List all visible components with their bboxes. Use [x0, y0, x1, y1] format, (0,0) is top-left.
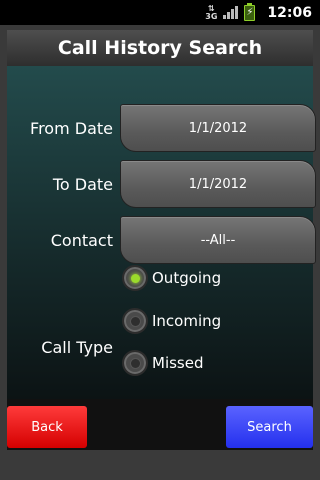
signal-icon	[223, 6, 239, 19]
search-form: From Date 1/1/2012 To Date 1/1/2012 Cont…	[7, 66, 316, 424]
to-date-label: To Date	[52, 175, 113, 194]
radio-outgoing[interactable]: Outgoing	[122, 265, 221, 291]
call-type-label: Call Type	[41, 338, 113, 357]
to-date-field[interactable]: 1/1/2012	[120, 160, 316, 208]
radio-missed[interactable]: Missed	[122, 350, 204, 376]
radio-incoming[interactable]: Incoming	[122, 308, 221, 334]
radio-button[interactable]	[122, 350, 148, 376]
status-bar: ⇅ 3G ⚡ 12:06	[0, 0, 320, 25]
title-bar: Call History Search	[7, 30, 313, 66]
battery-charging-icon: ⚡	[244, 2, 256, 21]
back-button[interactable]: Back	[7, 406, 87, 448]
contact-label: Contact	[50, 231, 113, 250]
radio-button[interactable]	[122, 308, 148, 334]
radio-outgoing-label: Outgoing	[152, 269, 222, 287]
from-date-field[interactable]: 1/1/2012	[120, 104, 316, 152]
page-title: Call History Search	[57, 37, 263, 59]
contact-select[interactable]: --All--	[120, 216, 316, 264]
network-3g-icon: ⇅ 3G	[205, 3, 218, 21]
radio-missed-label: Missed	[152, 354, 204, 372]
radio-button-checked[interactable]	[122, 265, 148, 291]
search-button[interactable]: Search	[226, 406, 313, 448]
radio-incoming-label: Incoming	[152, 312, 222, 330]
status-time: 12:06	[267, 4, 312, 21]
from-date-label: From Date	[30, 119, 113, 138]
